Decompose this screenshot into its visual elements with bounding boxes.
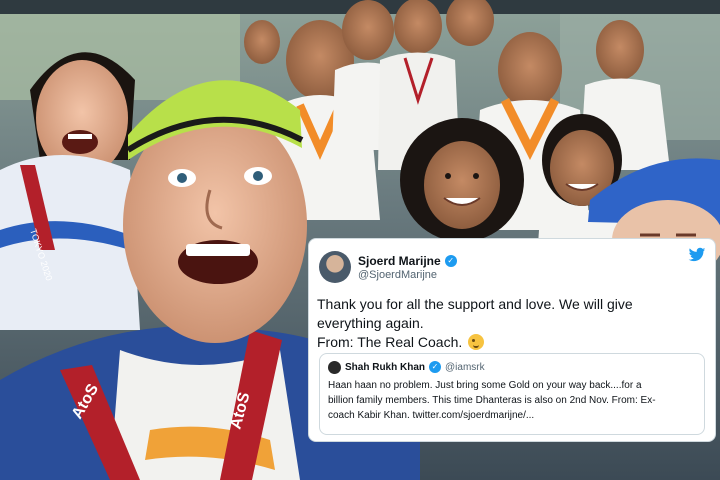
- tweet-header: Sjoerd Marijne ✓ @SjoerdMarijne: [319, 247, 705, 287]
- tweet-text: Thank you for all the support and love. …: [317, 295, 705, 352]
- verified-badge-icon: ✓: [444, 254, 457, 267]
- quoted-line-link[interactable]: coach Kabir Khan. twitter.com/sjoerdmari…: [328, 408, 696, 423]
- quoted-author-name[interactable]: Shah Rukh Khan: [345, 362, 425, 373]
- winking-face-emoji-icon: [468, 334, 485, 350]
- author-handle[interactable]: @SjoerdMarijne: [358, 269, 457, 281]
- tweet-line: everything again.: [317, 315, 424, 331]
- tweet-line: From: The Real Coach.: [317, 334, 463, 350]
- quoted-line: Haan haan no problem. Just bring some Go…: [328, 380, 642, 391]
- tweet-line: Thank you for all the support and love. …: [317, 296, 633, 312]
- twitter-bird-icon[interactable]: [688, 247, 706, 263]
- tweet-card[interactable]: Sjoerd Marijne ✓ @SjoerdMarijne Thank yo…: [308, 238, 716, 442]
- quoted-tweet[interactable]: Shah Rukh Khan ✓ @iamsrk Haan haan no pr…: [319, 353, 705, 435]
- verified-badge-icon: ✓: [429, 361, 442, 373]
- quoted-author-handle[interactable]: @iamsrk: [445, 362, 485, 373]
- player-curly-hair: [400, 118, 524, 242]
- tweet-line-with-emoji: From: The Real Coach.: [317, 333, 705, 352]
- avatar[interactable]: [319, 251, 351, 283]
- quoted-avatar[interactable]: [328, 360, 341, 374]
- quoted-tweet-text: Haan haan no problem. Just bring some Go…: [328, 378, 696, 423]
- quoted-line: billion family members. This time Dhante…: [328, 395, 656, 406]
- author-name[interactable]: Sjoerd Marijne: [358, 254, 441, 268]
- tweet-author: Sjoerd Marijne ✓ @SjoerdMarijne: [358, 254, 457, 281]
- quoted-tweet-header: Shah Rukh Khan ✓ @iamsrk: [328, 359, 696, 375]
